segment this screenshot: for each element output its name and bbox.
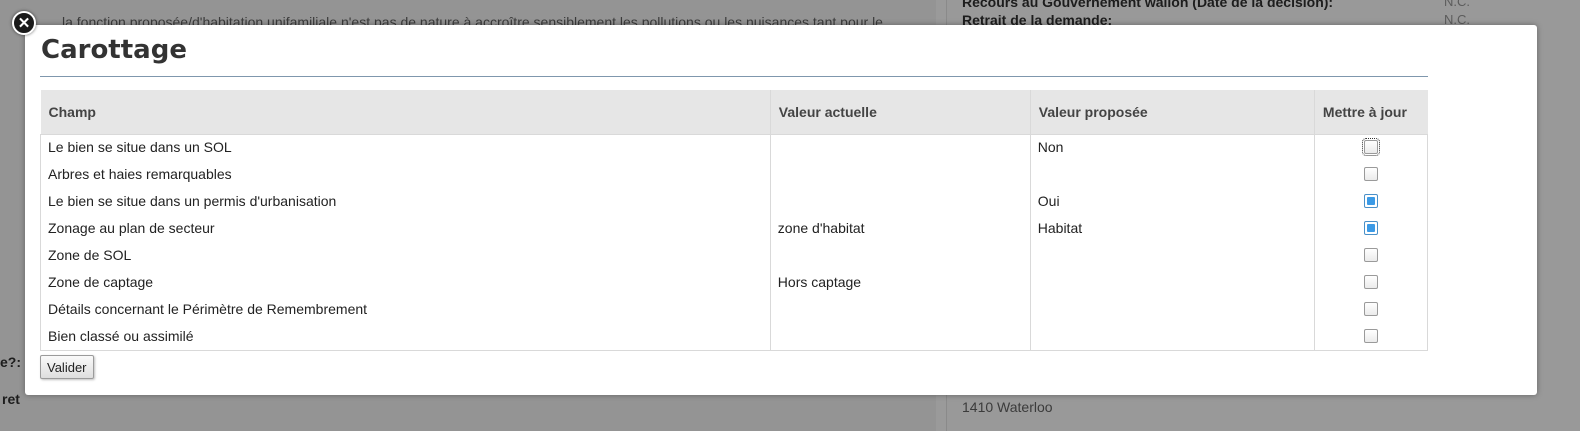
table-body: Le bien se situe dans un SOL Non Arbres et… bbox=[40, 134, 1428, 351]
cell-champ: Le bien se situe dans un SOL bbox=[40, 134, 771, 162]
table-row: Zone de SOL bbox=[40, 242, 1428, 270]
cell-valeur-actuelle bbox=[770, 296, 1031, 324]
cell-mettre-a-jour bbox=[1314, 162, 1427, 189]
cell-champ: Zone de captage bbox=[40, 269, 771, 297]
cell-mettre-a-jour bbox=[1314, 324, 1427, 351]
background-address: 1410 Waterloo bbox=[962, 399, 1053, 415]
cell-valeur-proposee: Oui bbox=[1030, 188, 1315, 216]
cell-valeur-actuelle bbox=[770, 134, 1031, 162]
cell-champ: Arbres et haies remarquables bbox=[40, 161, 771, 189]
update-checkbox[interactable] bbox=[1363, 247, 1378, 262]
cell-valeur-actuelle: zone d'habitat bbox=[770, 215, 1031, 243]
table-row: Arbres et haies remarquables bbox=[40, 161, 1428, 189]
cell-valeur-actuelle bbox=[770, 242, 1031, 270]
cell-valeur-proposee bbox=[1030, 242, 1315, 270]
cell-mettre-a-jour bbox=[1314, 135, 1427, 162]
cell-valeur-actuelle: Hors captage bbox=[770, 269, 1031, 297]
background-value: N.C. bbox=[1444, 0, 1470, 9]
column-header-mettre-a-jour: Mettre à jour bbox=[1314, 90, 1428, 135]
table-row: Zone de captage Hors captage bbox=[40, 269, 1428, 297]
cell-mettre-a-jour bbox=[1314, 270, 1427, 297]
cell-valeur-actuelle bbox=[770, 323, 1031, 351]
update-checkbox[interactable] bbox=[1363, 220, 1378, 235]
cell-champ: Zone de SOL bbox=[40, 242, 771, 270]
table-row: Le bien se situe dans un SOL Non bbox=[40, 134, 1428, 162]
cell-valeur-proposee bbox=[1030, 296, 1315, 324]
update-checkbox[interactable] bbox=[1363, 328, 1378, 343]
table-row: Détails concernant le Périmètre de Remem… bbox=[40, 296, 1428, 324]
cell-valeur-proposee bbox=[1030, 323, 1315, 351]
update-checkbox[interactable] bbox=[1361, 138, 1380, 156]
close-icon[interactable]: ✕ bbox=[12, 11, 36, 35]
update-checkbox[interactable] bbox=[1363, 193, 1378, 208]
cell-valeur-actuelle bbox=[770, 161, 1031, 189]
table-row: Zonage au plan de secteur zone d'habitat H… bbox=[40, 215, 1428, 243]
update-checkbox[interactable] bbox=[1363, 166, 1378, 181]
cell-valeur-proposee bbox=[1030, 161, 1315, 189]
cell-mettre-a-jour bbox=[1314, 216, 1427, 243]
cell-champ: Le bien se situe dans un permis d'urbani… bbox=[40, 188, 771, 216]
update-checkbox[interactable] bbox=[1363, 274, 1378, 289]
cell-mettre-a-jour bbox=[1314, 297, 1427, 324]
background-label-fragment: ret bbox=[2, 391, 20, 407]
cell-mettre-a-jour bbox=[1314, 243, 1427, 270]
carottage-dialog: Carottage Champ Valeur actuelle Valeur p… bbox=[25, 25, 1537, 395]
carottage-table: Champ Valeur actuelle Valeur proposée Me… bbox=[40, 90, 1428, 351]
table-row: Le bien se situe dans un permis d'urbani… bbox=[40, 188, 1428, 216]
table-header-row: Champ Valeur actuelle Valeur proposée Me… bbox=[40, 90, 1428, 135]
dialog-title: Carottage bbox=[41, 35, 187, 65]
valider-button[interactable]: Valider bbox=[40, 355, 94, 379]
background-label-fragment: e?: bbox=[0, 354, 21, 370]
cell-champ: Bien classé ou assimilé bbox=[40, 323, 771, 351]
column-header-valeur-proposee: Valeur proposée bbox=[1030, 90, 1315, 135]
update-checkbox[interactable] bbox=[1363, 301, 1378, 316]
cell-champ: Zonage au plan de secteur bbox=[40, 215, 771, 243]
column-header-valeur-actuelle: Valeur actuelle bbox=[770, 90, 1031, 135]
table-row: Bien classé ou assimilé bbox=[40, 323, 1428, 351]
column-header-champ: Champ bbox=[40, 90, 771, 135]
background-heading: Recours au Gouvernement wallon (Date de … bbox=[962, 0, 1334, 10]
cell-valeur-actuelle bbox=[770, 188, 1031, 216]
title-divider bbox=[40, 76, 1428, 77]
cell-valeur-proposee: Habitat bbox=[1030, 215, 1315, 243]
cell-valeur-proposee bbox=[1030, 269, 1315, 297]
cell-mettre-a-jour bbox=[1314, 189, 1427, 216]
cell-valeur-proposee: Non bbox=[1030, 134, 1315, 162]
cell-champ: Détails concernant le Périmètre de Remem… bbox=[40, 296, 771, 324]
